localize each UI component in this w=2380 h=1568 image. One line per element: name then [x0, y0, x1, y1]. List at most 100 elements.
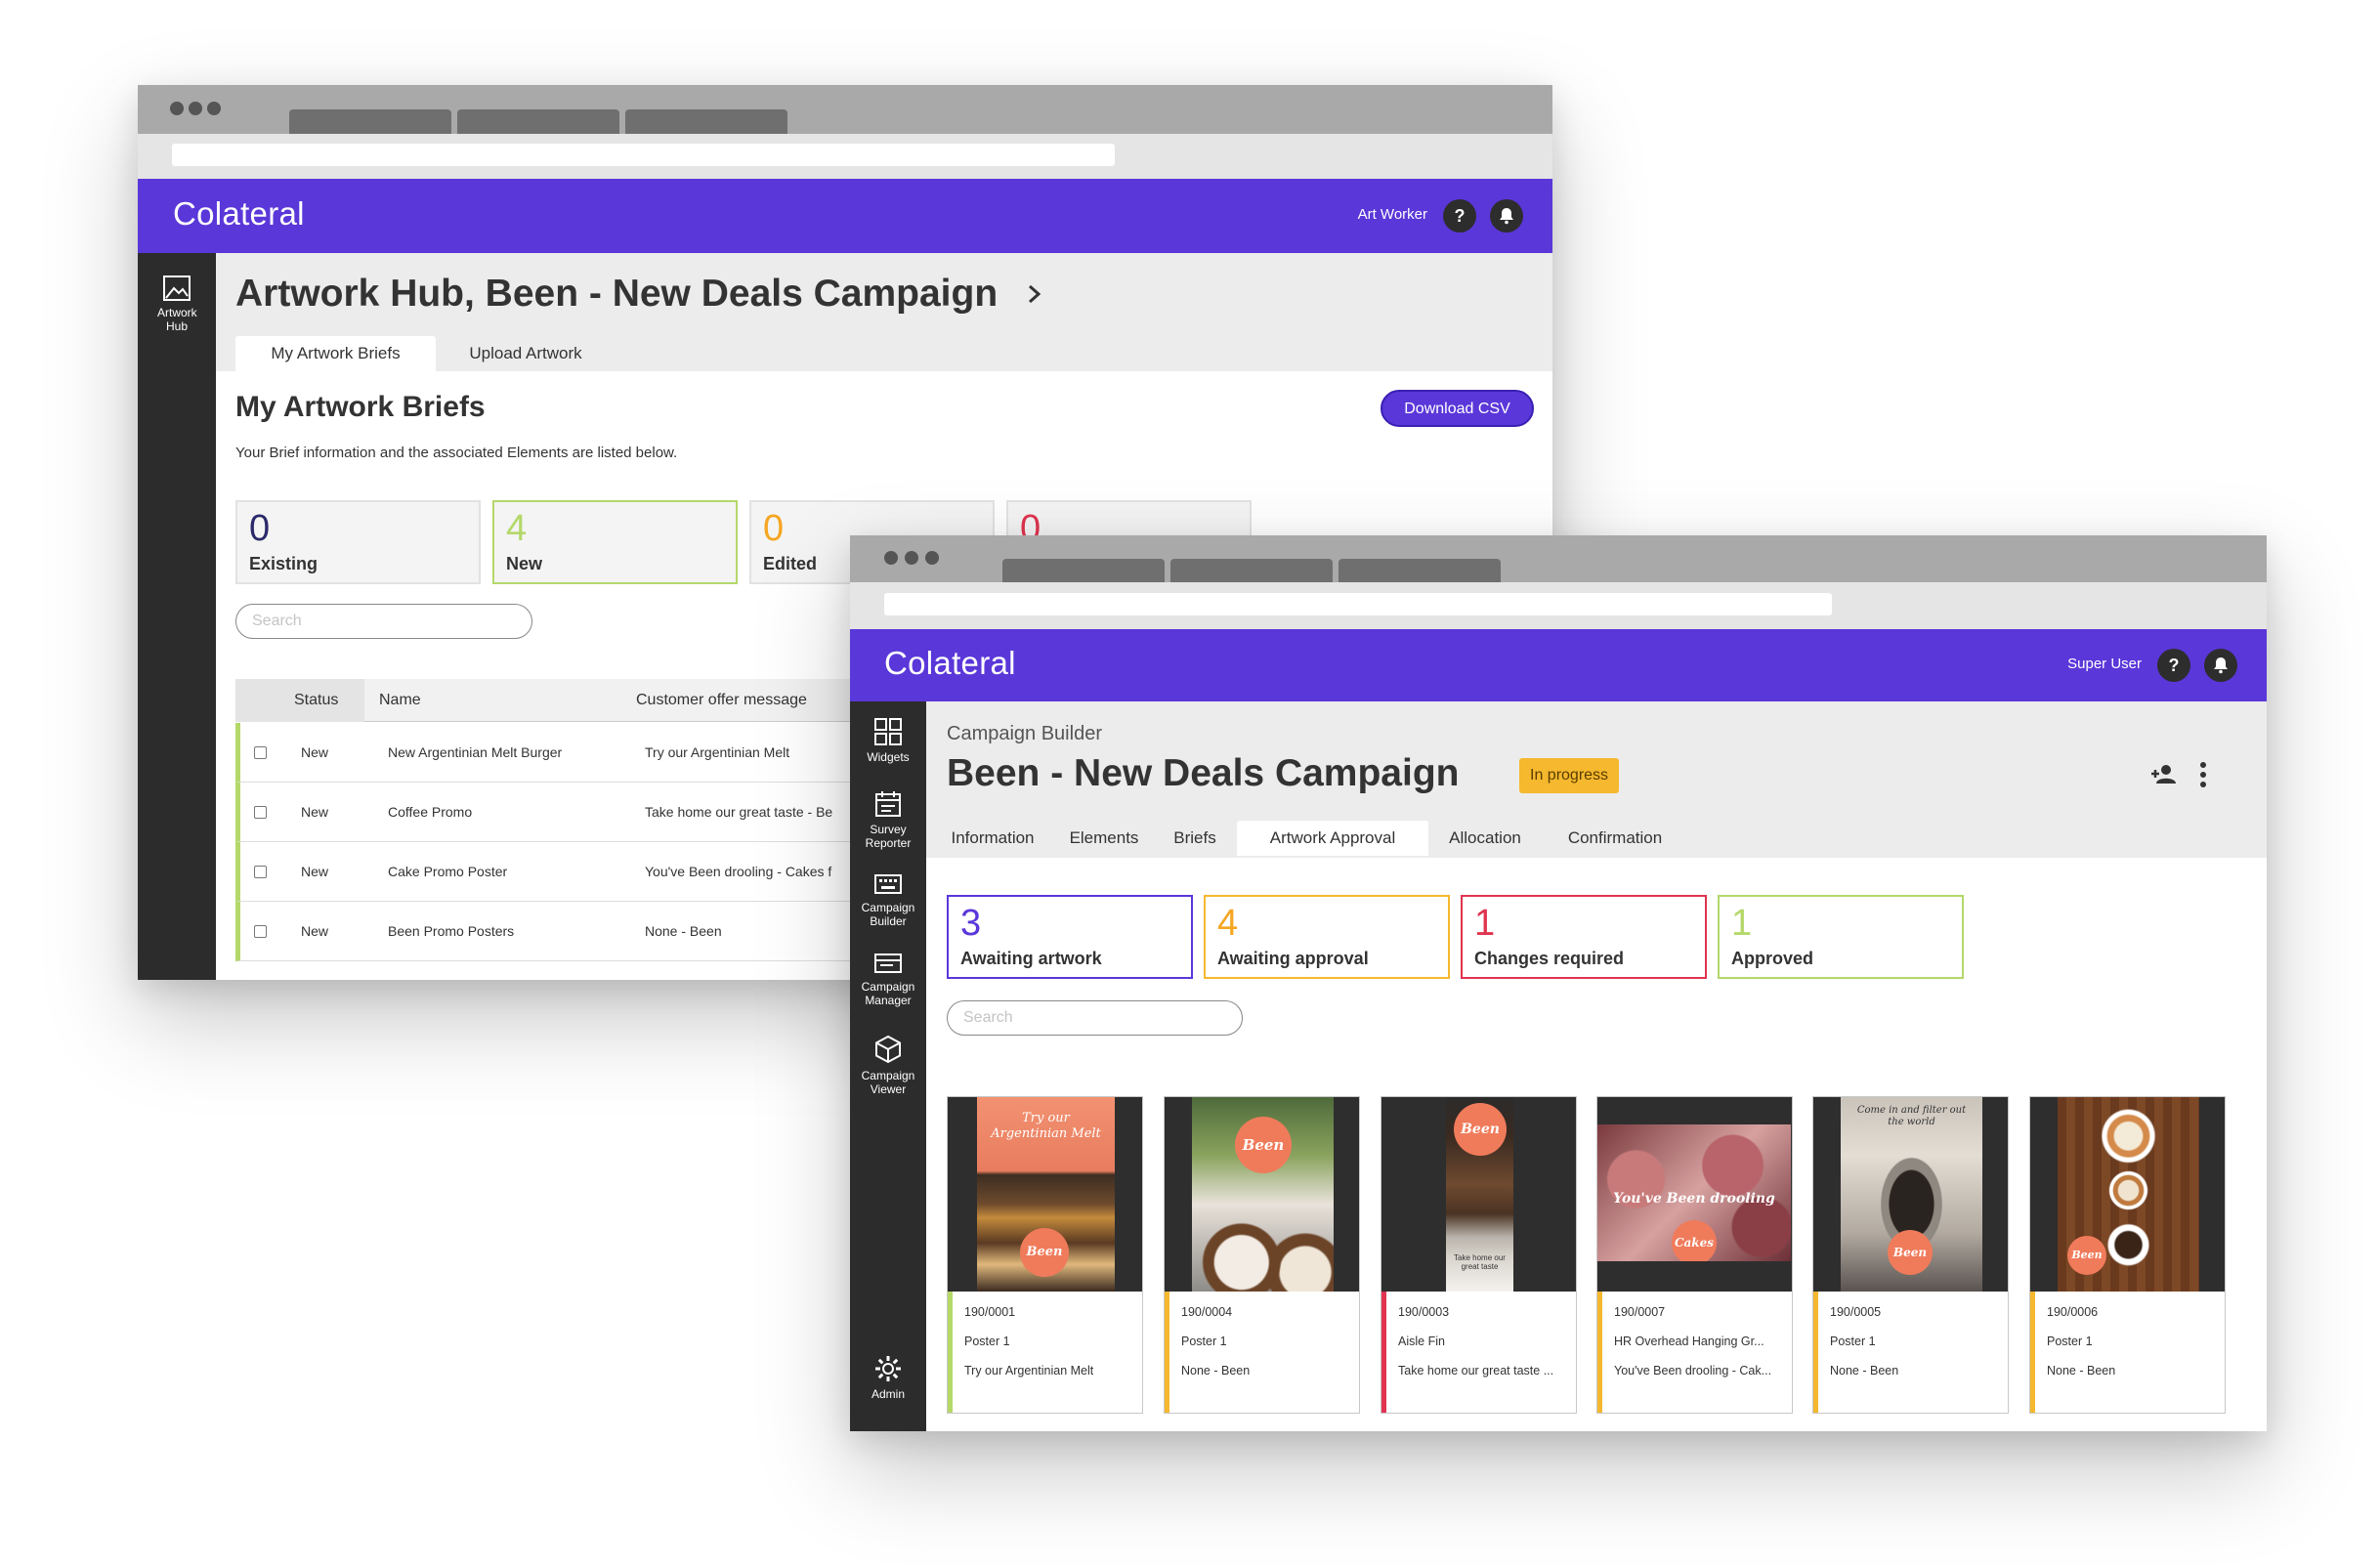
- bell-icon: [1500, 208, 1513, 225]
- user-name[interactable]: Super User: [2067, 656, 2142, 672]
- row-checkbox[interactable]: [254, 746, 267, 759]
- tab-elements[interactable]: Elements: [1055, 821, 1153, 856]
- search-input[interactable]: [235, 604, 532, 639]
- poster-image: You've Been drooling Cakes: [1597, 1124, 1791, 1261]
- poster-logo-badge: Been: [1235, 1117, 1292, 1173]
- artwork-type: Aisle Fin: [1398, 1335, 1445, 1348]
- count-card-changes-required[interactable]: 1 Changes required: [1461, 895, 1707, 979]
- window-control-dot[interactable]: [189, 102, 202, 115]
- add-user-button[interactable]: [2149, 762, 2179, 789]
- sidebar-item-campaign-builder[interactable]: Campaign Builder: [850, 871, 926, 928]
- tab-confirmation[interactable]: Confirmation: [1542, 821, 1688, 856]
- browser-tab[interactable]: [457, 109, 619, 134]
- user-name[interactable]: Art Worker: [1358, 206, 1427, 223]
- tab-upload-artwork[interactable]: Upload Artwork: [443, 336, 609, 371]
- select-column-header: [235, 679, 279, 722]
- page-title-text: Artwork Hub, Been - New Deals Campaign: [235, 273, 999, 315]
- row-checkbox[interactable]: [254, 925, 267, 938]
- artwork-thumbnail[interactable]: Try our Argentinian Melt Been: [948, 1097, 1142, 1292]
- row-checkbox[interactable]: [254, 866, 267, 878]
- app-header: Colateral Super User ?: [850, 629, 2267, 701]
- count-value: 1: [1731, 903, 1753, 944]
- column-header-status[interactable]: Status: [294, 679, 338, 722]
- tab-artwork-approval[interactable]: Artwork Approval: [1237, 821, 1428, 856]
- row-message: None - Been: [645, 923, 722, 939]
- brand-logo[interactable]: Colateral: [173, 195, 305, 233]
- count-label: Changes required: [1474, 949, 1625, 968]
- count-card-awaiting-artwork[interactable]: 3 Awaiting artwork: [947, 895, 1193, 979]
- sidebar-item-label: Artwork Hub: [157, 306, 197, 333]
- browser-tab[interactable]: [625, 109, 787, 134]
- window-control-dot[interactable]: [170, 102, 184, 115]
- poster-image: Been: [2058, 1097, 2199, 1292]
- address-bar[interactable]: [884, 593, 1832, 615]
- window-control-dot[interactable]: [905, 551, 918, 565]
- more-options-button[interactable]: [2196, 760, 2210, 789]
- artwork-card[interactable]: Been 190/0004 Poster 1 None - Been: [1164, 1096, 1360, 1414]
- row-checkbox[interactable]: [254, 806, 267, 819]
- sidebar-item-survey-reporter[interactable]: Survey Reporter: [850, 789, 926, 850]
- sidebar-item-artwork-hub[interactable]: Artwork Hub: [138, 275, 216, 333]
- artwork-thumbnail[interactable]: You've Been drooling Cakes: [1597, 1097, 1792, 1292]
- window-control-dot[interactable]: [207, 102, 221, 115]
- artwork-thumbnail[interactable]: Been Take home our great taste: [1381, 1097, 1576, 1292]
- breadcrumb[interactable]: Campaign Builder: [947, 723, 1102, 745]
- count-card-new[interactable]: 4 New: [492, 500, 738, 584]
- help-button[interactable]: ?: [2157, 649, 2190, 682]
- count-value: 0: [249, 508, 271, 549]
- artwork-id: 190/0007: [1614, 1305, 1666, 1319]
- row-name: Been Promo Posters: [388, 923, 515, 939]
- sidebar-item-widgets[interactable]: Widgets: [850, 717, 926, 764]
- sidebar-item-label: Survey Reporter: [865, 823, 912, 850]
- tab-my-artwork-briefs[interactable]: My Artwork Briefs: [235, 336, 436, 371]
- poster-logo-badge: Cakes: [1672, 1220, 1717, 1261]
- artwork-card[interactable]: Come in and filter out the world Been 19…: [1812, 1096, 2009, 1414]
- sidebar-item-campaign-viewer[interactable]: Campaign Viewer: [850, 1034, 926, 1096]
- artwork-type: Poster 1: [1830, 1335, 1876, 1348]
- tab-briefs[interactable]: Briefs: [1161, 821, 1229, 856]
- browser-tab[interactable]: [1339, 559, 1501, 583]
- artwork-card[interactable]: Been 190/0006 Poster 1 None - Been: [2029, 1096, 2226, 1414]
- browser-tab[interactable]: [1170, 559, 1333, 583]
- window-control-dot[interactable]: [884, 551, 898, 565]
- artwork-card[interactable]: Been Take home our great taste 190/0003 …: [1381, 1096, 1577, 1414]
- sidebar-item-campaign-manager[interactable]: Campaign Manager: [850, 951, 926, 1007]
- count-card-awaiting-approval[interactable]: 4 Awaiting approval: [1204, 895, 1450, 979]
- search-input[interactable]: [947, 1000, 1243, 1036]
- app-header: Colateral Art Worker ?: [138, 179, 1552, 253]
- column-header-name[interactable]: Name: [379, 679, 421, 722]
- artwork-meta: 190/0005 Poster 1 None - Been: [1813, 1292, 2008, 1413]
- section-title: My Artwork Briefs: [235, 391, 486, 423]
- sidebar-item-admin[interactable]: Admin: [850, 1354, 926, 1401]
- notifications-button[interactable]: [1490, 199, 1523, 233]
- page-header: Campaign Builder Been - New Deals Campai…: [926, 701, 2267, 858]
- count-card-approved[interactable]: 1 Approved: [1718, 895, 1964, 979]
- artwork-card[interactable]: You've Been drooling Cakes 190/0007 HR O…: [1596, 1096, 1793, 1414]
- page-title: Artwork Hub, Been - New Deals Campaign: [235, 273, 1043, 316]
- poster-headline: You've Been drooling: [1613, 1191, 1775, 1207]
- artwork-message: None - Been: [2047, 1364, 2116, 1377]
- column-header-message[interactable]: Customer offer message: [636, 679, 807, 722]
- brand-logo[interactable]: Colateral: [884, 645, 1016, 682]
- count-label: New: [506, 554, 543, 573]
- count-card-existing[interactable]: 0 Existing: [235, 500, 481, 584]
- address-bar[interactable]: [172, 144, 1115, 166]
- artwork-thumbnail[interactable]: Been: [1165, 1097, 1359, 1292]
- tab-information[interactable]: Information: [938, 821, 1047, 856]
- artwork-thumbnail[interactable]: Come in and filter out the world Been: [1813, 1097, 2008, 1292]
- count-value: 3: [960, 903, 982, 944]
- chevron-right-icon[interactable]: [1026, 282, 1043, 306]
- help-button[interactable]: ?: [1443, 199, 1476, 233]
- download-csv-button[interactable]: Download CSV: [1381, 390, 1534, 427]
- row-message: You've Been drooling - Cakes f: [645, 864, 832, 879]
- row-message: Try our Argentinian Melt: [645, 744, 790, 760]
- campaign-builder-window: Colateral Super User ? Widgets Survey Re…: [850, 535, 2267, 1431]
- tab-allocation[interactable]: Allocation: [1436, 821, 1534, 856]
- browser-tab[interactable]: [289, 109, 451, 134]
- row-name: Coffee Promo: [388, 804, 473, 820]
- artwork-thumbnail[interactable]: Been: [2030, 1097, 2225, 1292]
- window-control-dot[interactable]: [925, 551, 939, 565]
- artwork-card[interactable]: Try our Argentinian Melt Been 190/0001 P…: [947, 1096, 1143, 1414]
- notifications-button[interactable]: [2204, 649, 2237, 682]
- browser-tab[interactable]: [1002, 559, 1165, 583]
